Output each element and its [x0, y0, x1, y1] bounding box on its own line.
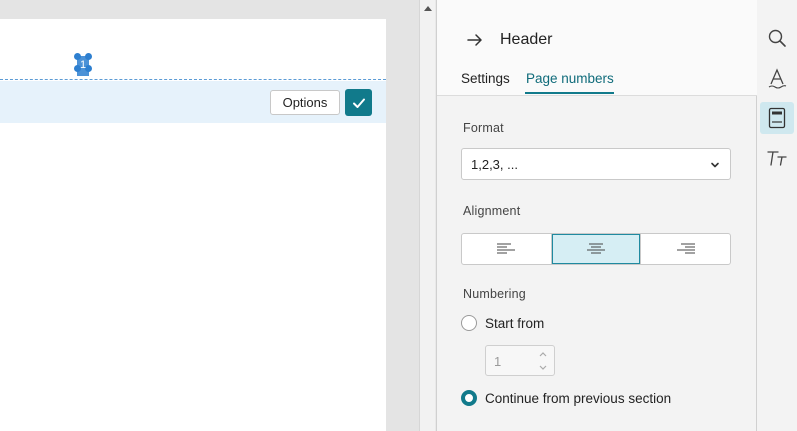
align-left-icon	[497, 243, 516, 254]
page-numbers-panel: Header Settings Page numbers Format 1,2,…	[436, 0, 757, 431]
start-from-label: Start from	[485, 315, 545, 331]
start-from-stepper[interactable]: 1	[485, 345, 555, 376]
tool-rail	[757, 0, 797, 431]
arrow-right-icon[interactable]	[465, 30, 485, 50]
align-left-button[interactable]	[462, 234, 552, 264]
format-label: Format	[463, 121, 504, 135]
rail-typography-button[interactable]	[760, 142, 794, 174]
tab-page-numbers[interactable]: Page numbers	[526, 71, 614, 86]
header-footer-icon	[768, 107, 786, 129]
checkmark-icon	[352, 98, 365, 108]
options-button[interactable]: Options	[270, 90, 340, 115]
alignment-label: Alignment	[463, 204, 521, 218]
confirm-button[interactable]	[345, 89, 372, 116]
active-tab-indicator	[525, 92, 614, 94]
start-from-option[interactable]: Start from	[461, 315, 544, 331]
chevron-up-icon[interactable]	[538, 350, 548, 358]
continue-label: Continue from previous section	[485, 390, 672, 406]
start-from-radio[interactable]	[461, 315, 477, 331]
numbering-label: Numbering	[463, 287, 526, 301]
document-canvas: 1 Options	[0, 0, 419, 431]
typography-icon	[767, 151, 787, 166]
tab-settings[interactable]: Settings	[461, 71, 510, 86]
text-style-icon	[768, 68, 787, 89]
chevron-down-icon	[711, 162, 719, 168]
panel-header: Header Settings Page numbers	[437, 0, 757, 96]
rail-search-button[interactable]	[760, 22, 794, 54]
align-center-button[interactable]	[551, 234, 641, 264]
continue-option[interactable]: Continue from previous section	[461, 390, 671, 406]
continue-radio[interactable]	[461, 390, 477, 406]
panel-title: Header	[500, 31, 553, 48]
chevron-down-icon[interactable]	[538, 364, 548, 372]
start-from-value: 1	[494, 354, 502, 369]
align-right-button[interactable]	[640, 234, 730, 264]
format-select[interactable]: 1,2,3, ...	[461, 148, 731, 180]
align-right-icon	[676, 243, 695, 254]
page-number-text: 1	[79, 59, 87, 71]
scroll-up-arrow-icon[interactable]	[423, 4, 433, 14]
alignment-segmented-control	[461, 233, 731, 265]
align-center-icon	[587, 243, 605, 254]
search-icon	[768, 29, 786, 47]
rail-text-style-button[interactable]	[760, 62, 794, 94]
header-boundary-line	[0, 79, 386, 80]
format-select-value: 1,2,3, ...	[471, 157, 518, 172]
vertical-scrollbar[interactable]	[419, 0, 435, 431]
rail-header-footer-button[interactable]	[760, 102, 794, 134]
page-number-field[interactable]: 1	[72, 53, 94, 79]
